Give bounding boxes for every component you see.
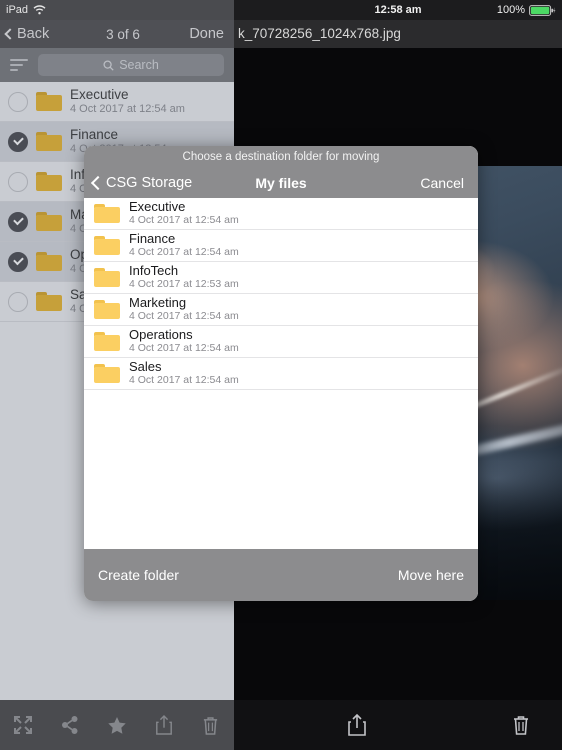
dialog-folder-row[interactable]: Operations 4 Oct 2017 at 12:54 am <box>84 326 478 358</box>
dialog-folder-name: Marketing <box>129 294 187 310</box>
folder-icon <box>94 268 120 287</box>
dialog-folder-date: 4 Oct 2017 at 12:54 am <box>129 214 239 227</box>
dialog-folder-date: 4 Oct 2017 at 12:54 am <box>129 342 239 355</box>
dialog-folder-row[interactable]: Finance 4 Oct 2017 at 12:54 am <box>84 230 478 262</box>
app-root: k_70728256_1024x768.jpg iPad Back 3 of 6… <box>0 0 562 750</box>
dialog-folder-date: 4 Oct 2017 at 12:54 am <box>129 310 239 323</box>
dialog-title: My files <box>255 175 307 191</box>
dialog-folder-meta: InfoTech 4 Oct 2017 at 12:53 am <box>129 262 239 291</box>
dialog-folder-row[interactable]: InfoTech 4 Oct 2017 at 12:53 am <box>84 262 478 294</box>
cancel-button[interactable]: Cancel <box>346 175 478 191</box>
dialog-back-button[interactable]: CSG Storage <box>84 175 216 191</box>
dialog-folder-date: 4 Oct 2017 at 12:54 am <box>129 374 239 387</box>
dialog-folder-name: InfoTech <box>129 262 179 278</box>
dialog-folder-list: Executive 4 Oct 2017 at 12:54 am Finance 4 … <box>84 198 478 549</box>
dialog-folder-meta: Operations 4 Oct 2017 at 12:54 am <box>129 326 239 355</box>
dialog-folder-name: Finance <box>129 230 176 246</box>
dialog-folder-row[interactable]: Marketing 4 Oct 2017 at 12:54 am <box>84 294 478 326</box>
folder-icon <box>94 332 120 351</box>
dialog-folder-name: Sales <box>129 358 162 374</box>
dialog-folder-meta: Sales 4 Oct 2017 at 12:54 am <box>129 358 239 387</box>
dialog-folder-name: Operations <box>129 326 193 342</box>
dialog-folder-row[interactable]: Executive 4 Oct 2017 at 12:54 am <box>84 198 478 230</box>
dialog-folder-meta: Finance 4 Oct 2017 at 12:54 am <box>129 230 239 259</box>
dialog-back-label: CSG Storage <box>106 175 193 191</box>
dialog-folder-row[interactable]: Sales 4 Oct 2017 at 12:54 am <box>84 358 478 390</box>
folder-icon <box>94 236 120 255</box>
dialog-prompt: Choose a destination folder for moving <box>84 146 478 168</box>
dialog-folder-date: 4 Oct 2017 at 12:54 am <box>129 246 239 259</box>
move-here-button[interactable]: Move here <box>398 567 464 583</box>
folder-icon <box>94 364 120 383</box>
dialog-folder-meta: Executive 4 Oct 2017 at 12:54 am <box>129 198 239 227</box>
chevron-left-icon <box>90 175 106 191</box>
dialog-folder-name: Executive <box>129 198 186 214</box>
dialog-navbar: CSG Storage My files Cancel <box>84 168 478 198</box>
move-destination-dialog: Choose a destination folder for moving C… <box>84 146 478 601</box>
create-folder-button[interactable]: Create folder <box>98 567 179 583</box>
dialog-folder-meta: Marketing 4 Oct 2017 at 12:54 am <box>129 294 239 323</box>
folder-icon <box>94 204 120 223</box>
folder-icon <box>94 300 120 319</box>
dialog-footer: Create folder Move here <box>84 549 478 601</box>
dialog-folder-date: 4 Oct 2017 at 12:53 am <box>129 278 239 291</box>
